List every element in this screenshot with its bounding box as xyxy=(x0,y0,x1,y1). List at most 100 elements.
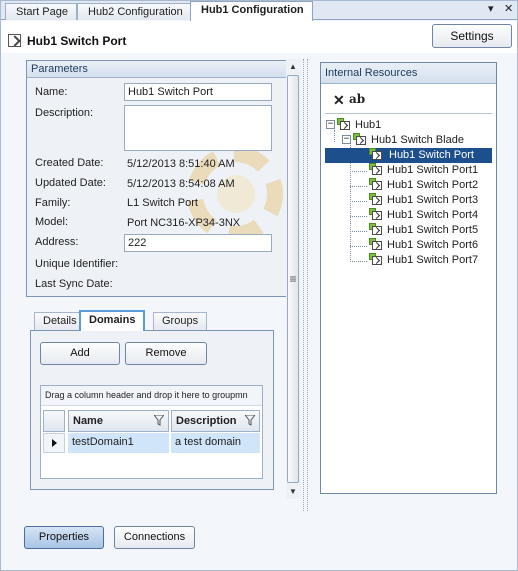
address-field[interactable]: 222 xyxy=(124,234,272,252)
port-node-icon xyxy=(369,178,383,191)
tree-item-label: Hub1 Switch Port1 xyxy=(387,164,479,176)
remove-domain-button[interactable]: Remove xyxy=(125,342,207,365)
family-label: Family: xyxy=(35,197,71,209)
parameters-title: Parameters xyxy=(27,61,286,78)
name-label: Name: xyxy=(35,86,68,98)
tab-hub2-configuration[interactable]: Hub2 Configuration xyxy=(77,3,192,20)
tree-connector xyxy=(350,231,367,232)
tree-item-hub1-switch-port2[interactable]: Hub1 Switch Port2 xyxy=(369,178,489,193)
model-value: Port NC316-XP34-3NX xyxy=(127,217,241,229)
connections-button[interactable]: Connections xyxy=(114,526,195,549)
table-row-name-cell[interactable]: testDomain1 xyxy=(68,433,169,453)
row-indicator-header xyxy=(43,410,65,432)
domains-tab-panel: Add Remove Drag a column header and drop… xyxy=(30,330,274,490)
port-node-icon xyxy=(369,193,383,206)
tab-start-page[interactable]: Start Page xyxy=(5,3,77,20)
column-description-label: Description xyxy=(176,415,237,427)
tree-item-hub1-switch-port4[interactable]: Hub1 Switch Port4 xyxy=(369,208,489,223)
tree-item-hub1-switch-port7[interactable]: Hub1 Switch Port7 xyxy=(369,253,489,268)
tab-groups[interactable]: Groups xyxy=(153,312,208,330)
delete-icon[interactable]: ✕ xyxy=(333,92,345,109)
column-name-label: Name xyxy=(73,415,103,427)
tree-item-label: Hub1 xyxy=(355,119,382,131)
scroll-down-icon[interactable]: ▼ xyxy=(289,487,297,496)
column-header-name[interactable]: Name xyxy=(68,410,169,432)
tree-item-label: Hub1 Switch Port xyxy=(389,149,474,161)
properties-button[interactable]: Properties xyxy=(24,526,104,549)
updated-date-value: 5/12/2013 8:54:08 AM xyxy=(127,178,235,190)
tree-connector xyxy=(350,246,367,247)
document-tab-strip: Start Page Hub2 Configuration Hub1 Confi… xyxy=(1,1,517,21)
port-node-icon xyxy=(369,223,383,236)
close-icon[interactable]: ✕ xyxy=(504,2,513,15)
pane-splitter-edge xyxy=(307,59,308,511)
name-field[interactable]: Hub1 Switch Port xyxy=(124,83,272,101)
add-domain-button[interactable]: Add xyxy=(40,342,120,365)
internal-resources-panel: Internal Resources ✕ ab − Hub1 − Hub1 Sw… xyxy=(320,62,497,494)
expander-hub1-icon[interactable]: − xyxy=(326,120,335,129)
updated-date-label: Updated Date: xyxy=(35,177,106,189)
hub-node-icon xyxy=(337,118,351,131)
tree-item-label: Hub1 Switch Port3 xyxy=(387,194,479,206)
tab-domains[interactable]: Domains xyxy=(79,310,146,331)
tab-details[interactable]: Details xyxy=(34,312,86,330)
page-header: Hub1 Switch Port Settings xyxy=(1,21,517,53)
tree-item-label: Hub1 Switch Blade xyxy=(371,134,464,146)
column-header-description[interactable]: Description xyxy=(171,410,260,432)
port-node-icon xyxy=(369,148,383,161)
tree-connector xyxy=(350,216,367,217)
tree-connector xyxy=(350,201,367,202)
port-node-icon xyxy=(369,253,383,266)
filter-icon[interactable] xyxy=(154,415,164,426)
family-value: L1 Switch Port xyxy=(127,197,198,209)
tab-menu-icon[interactable]: ▾ xyxy=(488,2,494,15)
tab-hub1-configuration[interactable]: Hub1 Configuration xyxy=(190,1,313,21)
tree-item-label: Hub1 Switch Port6 xyxy=(387,239,479,251)
tree-item-hub1-switch-port3[interactable]: Hub1 Switch Port3 xyxy=(369,193,489,208)
tree-connector xyxy=(350,186,367,187)
description-label: Description: xyxy=(35,107,94,119)
tree-item-hub1-switch-port5[interactable]: Hub1 Switch Port5 xyxy=(369,223,489,238)
edit-document-icon xyxy=(8,34,21,47)
parameters-panel: Parameters Name: Hub1 Switch Port Descri… xyxy=(26,60,287,297)
pane-splitter[interactable] xyxy=(303,59,304,511)
group-by-panel[interactable]: Drag a column header and drop it here to… xyxy=(41,386,262,406)
expander-switch-blade-icon[interactable]: − xyxy=(342,135,351,144)
last-sync-date-label: Last Sync Date: xyxy=(35,278,113,290)
tree-connector xyxy=(350,171,367,172)
toolbar-divider xyxy=(325,113,492,114)
port-node-icon xyxy=(369,163,383,176)
port-node-icon xyxy=(369,238,383,251)
internal-resources-title: Internal Resources xyxy=(321,63,496,84)
address-label: Address: xyxy=(35,236,79,248)
page-title: Hub1 Switch Port xyxy=(27,34,127,48)
rename-icon[interactable]: ab xyxy=(349,92,365,106)
tree-item-label: Hub1 Switch Port2 xyxy=(387,179,479,191)
settings-button[interactable]: Settings xyxy=(432,24,512,48)
description-field[interactable] xyxy=(124,105,272,151)
tree-item-label: Hub1 Switch Port7 xyxy=(387,254,479,266)
row-indicator-column xyxy=(43,410,65,453)
splitter-grip-icon[interactable]: ≡ xyxy=(287,272,299,286)
tree-connector xyxy=(334,130,335,142)
scroll-up-icon[interactable]: ▲ xyxy=(289,62,297,71)
tree-item-label: Hub1 Switch Port4 xyxy=(387,209,479,221)
tree-item-hub1-switch-port6[interactable]: Hub1 Switch Port6 xyxy=(369,238,489,253)
tree-item-hub1-switch-blade[interactable]: Hub1 Switch Blade xyxy=(353,133,473,148)
created-date-value: 5/12/2013 8:51:40 AM xyxy=(127,158,235,170)
model-label: Model: xyxy=(35,216,69,228)
port-node-icon xyxy=(369,208,383,221)
created-date-label: Created Date: xyxy=(35,157,104,169)
tree-item-hub1-switch-port[interactable]: Hub1 Switch Port xyxy=(325,148,492,163)
table-row-description-cell[interactable]: a test domain xyxy=(171,433,260,453)
tree-item-hub1[interactable]: Hub1 xyxy=(337,118,397,133)
unique-identifier-label: Unique Identifier: xyxy=(35,258,119,270)
domains-grid: Drag a column header and drop it here to… xyxy=(40,385,263,479)
configuration-window: Start Page Hub2 Configuration Hub1 Confi… xyxy=(0,0,518,571)
tree-connector xyxy=(350,261,367,262)
filter-icon[interactable] xyxy=(245,415,255,426)
tree-item-label: Hub1 Switch Port5 xyxy=(387,224,479,236)
current-row-arrow-icon[interactable] xyxy=(43,433,65,453)
tree-item-hub1-switch-port1[interactable]: Hub1 Switch Port1 xyxy=(369,163,489,178)
blade-node-icon xyxy=(353,133,367,146)
